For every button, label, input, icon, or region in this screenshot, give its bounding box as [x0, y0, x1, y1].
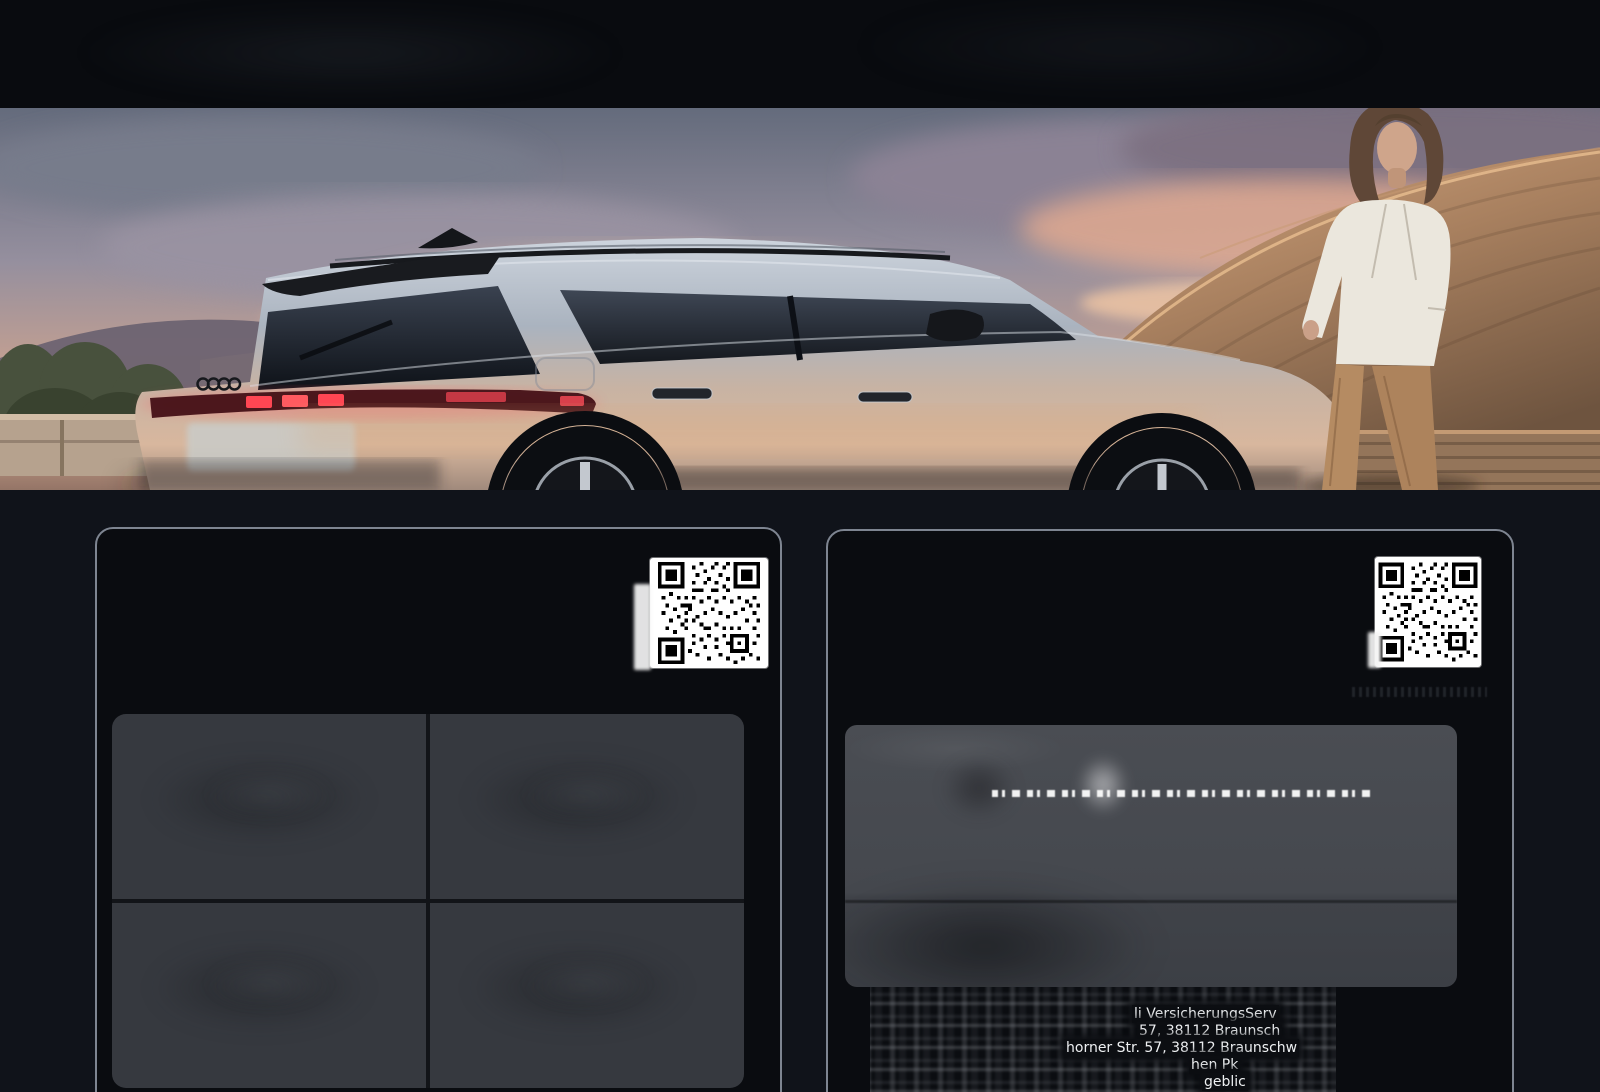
voucher-card-left[interactable] [95, 527, 782, 1092]
insurance-panel [845, 725, 1457, 987]
hero-illustration [0, 108, 1600, 490]
fineprint-line: li VersicherungsServ [1132, 1005, 1279, 1023]
hero-photo [0, 108, 1600, 490]
fineprint-line: hen Pk [1189, 1056, 1240, 1074]
door-handle [858, 392, 912, 402]
blurred-logo [1078, 756, 1128, 814]
panel-sheen [845, 725, 1212, 843]
face [1377, 122, 1417, 174]
panel-shadow [845, 881, 1155, 987]
qr-paper-tab [634, 584, 651, 670]
fineprint-line: horner Str. 57, 38112 Braunschw [1064, 1039, 1299, 1057]
qr-code [1375, 557, 1481, 667]
qr-caption-faint [1352, 687, 1487, 697]
qr-code [650, 558, 768, 668]
voucher-card-right[interactable]: li VersicherungsServ 57, 38112 Braunsch … [826, 529, 1514, 1092]
side-mirror [926, 309, 984, 341]
door-handle [652, 388, 712, 399]
fineprint-line: geblic [1202, 1073, 1248, 1091]
coupon-cell[interactable] [430, 903, 744, 1088]
coupon-cell[interactable] [112, 903, 426, 1088]
coupon-grid [112, 714, 744, 1088]
coupon-cell[interactable] [430, 714, 744, 899]
coupon-cell[interactable] [112, 714, 426, 899]
page: li VersicherungsServ 57, 38112 Braunsch … [0, 0, 1600, 1092]
qr-paper-tab [1368, 632, 1381, 668]
blurred-headline [992, 790, 1372, 797]
fineprint-line: 57, 38112 Braunsch [1137, 1022, 1282, 1040]
blurred-stamp [942, 757, 1016, 819]
top-bar [0, 0, 1600, 108]
hand [1303, 320, 1319, 340]
